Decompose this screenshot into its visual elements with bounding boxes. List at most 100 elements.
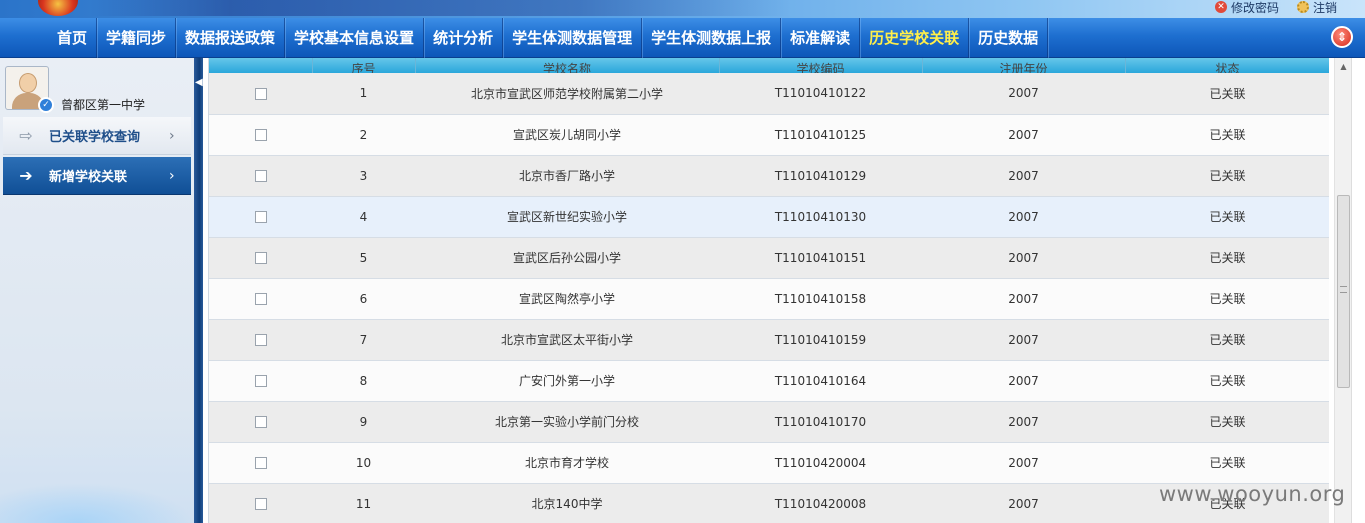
nav-item-4[interactable]: 统计分析 [424, 18, 504, 58]
cell-no: 4 [312, 196, 415, 238]
row-checkbox[interactable] [254, 252, 267, 264]
gear-icon [1296, 1, 1309, 13]
select-cell [209, 360, 312, 402]
cell-status: 已关联 [1125, 360, 1329, 402]
col-header-code: 学校编码 [719, 58, 923, 73]
nav-item-7[interactable]: 标准解读 [781, 18, 861, 58]
select-cell [209, 155, 312, 197]
col-header-no: 序号 [312, 58, 416, 73]
sidebar-item-add-link[interactable]: ➔ 新增学校关联 › [3, 157, 191, 195]
nav-item-3[interactable]: 学校基本信息设置 [285, 18, 425, 58]
cell-no: 1 [312, 73, 415, 115]
row-checkbox[interactable] [254, 211, 267, 223]
select-cell [209, 319, 312, 361]
table-row[interactable]: 2 宣武区炭儿胡同小学 T11010410125 2007 已关联 [209, 114, 1329, 156]
cell-status: 已关联 [1125, 278, 1329, 320]
sidebar-decoration [0, 483, 194, 523]
cell-name: 宣武区陶然亭小学 [415, 278, 719, 320]
table-row[interactable]: 4 宣武区新世纪实验小学 T11010410130 2007 已关联 [209, 196, 1329, 238]
sidebar-item-label: 已关联学校查询 [49, 130, 141, 145]
row-checkbox[interactable] [254, 498, 267, 510]
logout-label: 注销 [1312, 0, 1337, 15]
cell-code: T11010410129 [719, 155, 922, 197]
table-row[interactable]: 3 北京市香厂路小学 T11010410129 2007 已关联 [209, 155, 1329, 197]
row-checkbox[interactable] [254, 457, 267, 469]
school-table-container: 序号 学校名称 学校编码 注册年份 状态 1 北京市宣武区师范学校附属第二小学 T1… [208, 58, 1329, 523]
cell-no: 6 [312, 278, 415, 320]
nav-item-0[interactable]: 首页 [48, 18, 98, 58]
cell-status: 已关联 [1125, 237, 1329, 279]
table-row[interactable]: 7 北京市宣武区太平街小学 T11010410159 2007 已关联 [209, 319, 1329, 361]
cell-year: 2007 [922, 360, 1125, 402]
select-cell [209, 483, 312, 523]
sidebar-splitter[interactable] [194, 58, 203, 523]
nav-item-2[interactable]: 数据报送政策 [176, 18, 286, 58]
nav-item-6[interactable]: 学生体测数据上报 [642, 18, 782, 58]
nav-item-1[interactable]: 学籍同步 [97, 18, 177, 58]
table-row[interactable]: 6 宣武区陶然亭小学 T11010410158 2007 已关联 [209, 278, 1329, 320]
cell-no: 5 [312, 237, 415, 279]
select-cell [209, 401, 312, 443]
cell-name: 北京第一实验小学前门分校 [415, 401, 719, 443]
row-checkbox[interactable] [254, 375, 267, 387]
cell-name: 北京市宣武区太平街小学 [415, 319, 719, 361]
cell-status: 已关联 [1125, 114, 1329, 156]
cell-year: 2007 [922, 442, 1125, 484]
table-row[interactable]: 1 北京市宣武区师范学校附属第二小学 T11010410122 2007 已关联 [209, 73, 1329, 115]
logout-link[interactable]: 注销 [1296, 0, 1337, 16]
row-checkbox[interactable] [254, 416, 267, 428]
school-table: 序号 学校名称 学校编码 注册年份 状态 1 北京市宣武区师范学校附属第二小学 T1… [209, 58, 1329, 523]
cell-code: T11010410170 [719, 401, 922, 443]
cell-no: 3 [312, 155, 415, 197]
sidebar-item-label: 新增学校关联 [49, 170, 128, 185]
cell-code: T11010410151 [719, 237, 922, 279]
collapse-header-icon[interactable]: ⇕ [1331, 26, 1353, 48]
table-row[interactable]: 5 宣武区后孙公园小学 T11010410151 2007 已关联 [209, 237, 1329, 279]
chevron-right-icon: › [169, 127, 175, 144]
select-cell [209, 196, 312, 238]
nav-item-9[interactable]: 历史数据 [969, 18, 1049, 58]
cell-status: 已关联 [1125, 73, 1329, 115]
arrow-right-icon: ➔ [19, 166, 33, 185]
table-row[interactable]: 9 北京第一实验小学前门分校 T11010410170 2007 已关联 [209, 401, 1329, 443]
table-row[interactable]: 10 北京市育才学校 T11010420004 2007 已关联 [209, 442, 1329, 484]
cell-code: T11010410159 [719, 319, 922, 361]
collapse-sidebar-icon[interactable]: ◀ [195, 70, 203, 96]
nav-items: 首页 学籍同步 数据报送政策 学校基本信息设置 统计分析 学生体测数据管理 学生体测数据上报… [48, 18, 1049, 58]
change-password-link[interactable]: ✕ 修改密码 [1214, 0, 1279, 16]
scrollbar-thumb[interactable] [1337, 195, 1350, 388]
scroll-up-icon[interactable]: ▲ [1335, 58, 1352, 75]
cell-status: 已关联 [1125, 401, 1329, 443]
cell-no: 8 [312, 360, 415, 402]
nav-item-8[interactable]: 历史学校关联 [860, 18, 970, 58]
cell-code: T11010420004 [719, 442, 922, 484]
watermark: www.wooyun.org [1159, 482, 1346, 506]
select-cell [209, 73, 312, 115]
row-checkbox[interactable] [254, 129, 267, 141]
banner-title-graphic [90, 0, 790, 16]
row-checkbox[interactable] [254, 334, 267, 346]
cell-name: 宣武区炭儿胡同小学 [415, 114, 719, 156]
cell-name: 北京市香厂路小学 [415, 155, 719, 197]
arrow-right-outline-icon: ⇨ [19, 126, 33, 145]
cell-year: 2007 [922, 278, 1125, 320]
vertical-scrollbar[interactable]: ▲ [1334, 58, 1351, 523]
cell-year: 2007 [922, 237, 1125, 279]
row-checkbox[interactable] [254, 170, 267, 182]
cell-year: 2007 [922, 155, 1125, 197]
cell-status: 已关联 [1125, 319, 1329, 361]
cell-no: 11 [312, 483, 415, 523]
close-circle-icon: ✕ [1214, 1, 1227, 13]
row-checkbox[interactable] [254, 293, 267, 305]
main-nav: 首页 学籍同步 数据报送政策 学校基本信息设置 统计分析 学生体测数据管理 学生体测数据上报… [0, 18, 1365, 58]
cell-no: 7 [312, 319, 415, 361]
cell-no: 10 [312, 442, 415, 484]
nav-item-5[interactable]: 学生体测数据管理 [503, 18, 643, 58]
check-icon: ✓ [38, 97, 54, 113]
row-checkbox[interactable] [254, 87, 267, 100]
col-header-name: 学校名称 [415, 58, 720, 73]
chevron-right-icon: › [169, 167, 175, 184]
table-row[interactable]: 8 广安门外第一小学 T11010410164 2007 已关联 [209, 360, 1329, 402]
cell-status: 已关联 [1125, 155, 1329, 197]
sidebar-item-linked-schools[interactable]: ⇨ 已关联学校查询 › [3, 117, 191, 155]
